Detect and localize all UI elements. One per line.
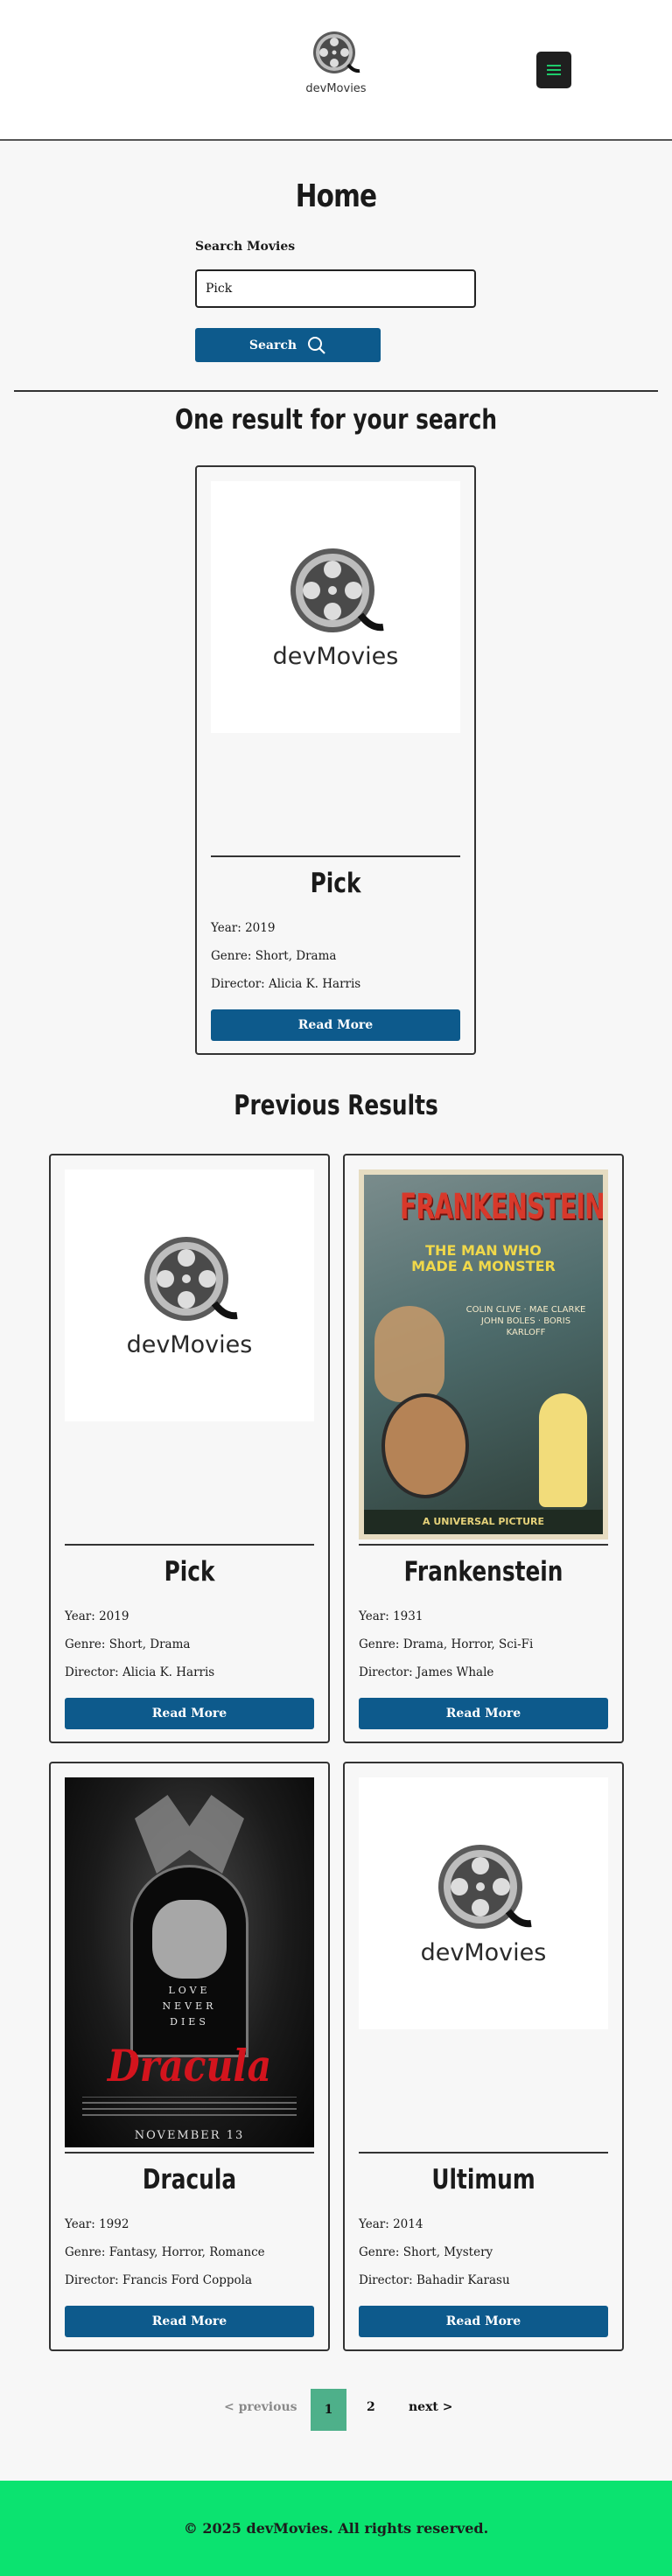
card-divider xyxy=(211,855,460,857)
previous-results-heading: Previous Results xyxy=(234,1090,438,1121)
poster-placeholder-text: devMovies xyxy=(126,1330,253,1358)
read-more-button[interactable]: Read More xyxy=(359,1698,608,1729)
film-reel-icon xyxy=(290,548,384,632)
poster-placeholder-text: devMovies xyxy=(272,642,399,670)
read-more-button[interactable]: Read More xyxy=(359,2306,608,2337)
movie-director: Director: James Whale xyxy=(359,1665,494,1679)
movie-director: Director: Alicia K. Harris xyxy=(211,977,361,991)
movie-year: Year: 2019 xyxy=(211,921,276,935)
hamburger-icon xyxy=(547,62,561,78)
movie-genre: Genre: Short, Mystery xyxy=(359,2245,494,2259)
movie-genre: Genre: Drama, Horror, Sci-Fi xyxy=(359,1637,534,1651)
poster-tagline: THE MAN WHO MADE A MONSTER xyxy=(364,1243,603,1274)
poster-cast: COLIN CLIVE · MAE CLARKE JOHN BOLES · BO… xyxy=(460,1304,592,1338)
poster-couple xyxy=(152,1900,227,1979)
poster-tagline-line: MADE A MONSTER xyxy=(411,1258,556,1274)
read-more-button[interactable]: Read More xyxy=(65,2306,314,2337)
movie-director: Director: Francis Ford Coppola xyxy=(65,2273,253,2287)
movie-year: Year: 2014 xyxy=(359,2217,424,2231)
search-button[interactable]: Search xyxy=(195,328,381,362)
read-more-button[interactable]: Read More xyxy=(211,1009,460,1041)
movie-genre: Genre: Short, Drama xyxy=(211,949,337,963)
brand-logo-link[interactable]: devMovies xyxy=(296,30,376,95)
poster-placeholder-text: devMovies xyxy=(420,1938,547,1966)
site-header: devMovies xyxy=(0,0,672,141)
menu-toggle-button[interactable] xyxy=(536,52,571,88)
poster-cast-line: COLIN CLIVE · MAE CLARKE xyxy=(466,1305,586,1315)
section-divider xyxy=(14,390,658,392)
movie-title: Pick xyxy=(164,1556,215,1588)
search-icon xyxy=(308,336,326,354)
card-divider xyxy=(359,1544,608,1546)
pagination-previous-link[interactable]: < previous xyxy=(224,2400,298,2414)
result-heading: One result for your search xyxy=(175,404,497,436)
poster-release-date: NOVEMBER 13 xyxy=(134,2129,245,2142)
poster-tagline-line: LOVE xyxy=(168,1985,211,1996)
movie-poster: devMovies xyxy=(65,1169,314,1539)
frankenstein-poster-image: FRANKENSTEIN THE MAN WHO MADE A MONSTER … xyxy=(359,1169,608,1539)
movie-genre: Genre: Fantasy, Horror, Romance xyxy=(65,2245,265,2259)
poster-cast-line: JOHN BOLES · BORIS KARLOFF xyxy=(480,1316,571,1337)
poster-tagline-line: NEVER xyxy=(162,2000,217,2012)
poster-figure xyxy=(539,1393,587,1507)
pagination-page-1[interactable]: 1 xyxy=(311,2389,346,2431)
poster-tagline-line: THE MAN WHO xyxy=(425,1242,542,1259)
brand-name: devMovies xyxy=(305,82,367,95)
movie-poster: devMovies xyxy=(211,481,460,851)
poster-tagline-line: DIES xyxy=(170,2016,209,2028)
result-movie-card: devMovies Pick Year: 2019 Genre: Short, … xyxy=(195,465,476,1055)
previous-movie-card: devMovies Pick Year: 2019 Genre: Short, … xyxy=(49,1154,330,1743)
movie-year: Year: 1992 xyxy=(65,2217,130,2231)
movie-title: Pick xyxy=(310,868,361,899)
card-divider xyxy=(65,1544,314,1546)
movie-director: Director: Alicia K. Harris xyxy=(65,1665,215,1679)
movie-director: Director: Bahadir Karasu xyxy=(359,2273,510,2287)
pagination-next-link[interactable]: next > xyxy=(409,2400,453,2414)
poster-studio: A UNIVERSAL PICTURE xyxy=(364,1510,603,1534)
read-more-button[interactable]: Read More xyxy=(65,1698,314,1729)
card-divider xyxy=(359,2152,608,2154)
poster-tagline: LOVE NEVER DIES xyxy=(65,1983,314,2030)
movie-title: Ultimum xyxy=(431,2164,536,2196)
poster-face xyxy=(374,1306,444,1402)
poster-credits xyxy=(82,2097,297,2123)
poster-placeholder: devMovies xyxy=(65,1169,314,1421)
poster-face xyxy=(382,1393,469,1498)
poster-placeholder: devMovies xyxy=(211,481,460,733)
previous-movie-card: LOVE NEVER DIES Dracula NOVEMBER 13 Drac… xyxy=(49,1762,330,2351)
film-reel-icon xyxy=(144,1236,238,1321)
card-divider xyxy=(65,2152,314,2154)
movie-poster: LOVE NEVER DIES Dracula NOVEMBER 13 xyxy=(65,1777,314,2147)
search-label: Search Movies xyxy=(195,240,296,254)
page-title: Home xyxy=(295,178,377,214)
film-reel-icon xyxy=(438,1844,532,1929)
movie-genre: Genre: Short, Drama xyxy=(65,1637,191,1651)
pagination-page-2[interactable]: 2 xyxy=(367,2400,375,2414)
search-button-label: Search xyxy=(248,338,298,353)
movie-title: Dracula xyxy=(142,2164,237,2196)
movie-year: Year: 1931 xyxy=(359,1609,424,1623)
movie-year: Year: 2019 xyxy=(65,1609,130,1623)
previous-movie-card: FRANKENSTEIN THE MAN WHO MADE A MONSTER … xyxy=(343,1154,624,1743)
poster-bat xyxy=(135,1795,244,1874)
movie-title: Frankenstein xyxy=(403,1556,564,1588)
previous-movie-card: devMovies Ultimum Year: 2014 Genre: Shor… xyxy=(343,1762,624,2351)
movie-poster: FRANKENSTEIN THE MAN WHO MADE A MONSTER … xyxy=(359,1169,608,1539)
film-reel-logo-icon xyxy=(313,31,360,73)
poster-title: Dracula xyxy=(107,2040,272,2091)
site-footer: © 2025 devMovies. All rights reserved. xyxy=(0,2481,672,2576)
poster-placeholder: devMovies xyxy=(359,1777,608,2029)
copyright-text: © 2025 devMovies. All rights reserved. xyxy=(183,2520,489,2537)
search-input[interactable] xyxy=(195,269,476,308)
movie-poster: devMovies xyxy=(359,1777,608,2147)
poster-title: FRANKENSTEIN xyxy=(399,1187,605,1227)
dracula-poster-image: LOVE NEVER DIES Dracula NOVEMBER 13 xyxy=(65,1777,314,2147)
